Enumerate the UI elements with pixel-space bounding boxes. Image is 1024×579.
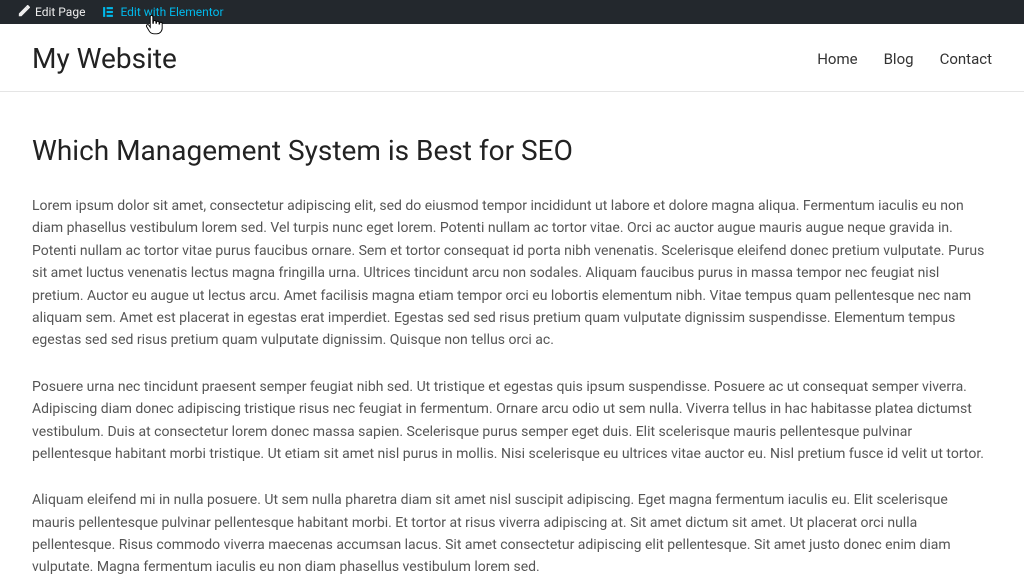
edit-elementor-label: Edit with Elementor: [120, 5, 223, 19]
elementor-icon: [101, 5, 115, 19]
nav-contact[interactable]: Contact: [940, 50, 992, 68]
site-header: My Website Home Blog Contact: [0, 24, 1024, 92]
article-title: Which Management System is Best for SEO: [32, 134, 992, 167]
article-body: Lorem ipsum dolor sit amet, consectetur …: [32, 195, 992, 579]
article-paragraph: Aliquam eleifend mi in nulla posuere. Ut…: [32, 489, 992, 579]
main-content: Which Management System is Best for SEO …: [0, 92, 1024, 579]
nav-home[interactable]: Home: [817, 50, 857, 68]
edit-with-elementor-link[interactable]: Edit with Elementor: [93, 0, 231, 24]
site-title[interactable]: My Website: [32, 42, 177, 75]
primary-nav: Home Blog Contact: [817, 50, 992, 68]
pencil-icon: [16, 5, 30, 19]
edit-page-link[interactable]: Edit Page: [8, 0, 93, 24]
nav-blog[interactable]: Blog: [884, 50, 914, 68]
wp-admin-bar: Edit Page Edit with Elementor: [0, 0, 1024, 24]
article-paragraph: Posuere urna nec tincidunt praesent semp…: [32, 376, 992, 466]
edit-page-label: Edit Page: [35, 5, 85, 19]
article-paragraph: Lorem ipsum dolor sit amet, consectetur …: [32, 195, 992, 352]
